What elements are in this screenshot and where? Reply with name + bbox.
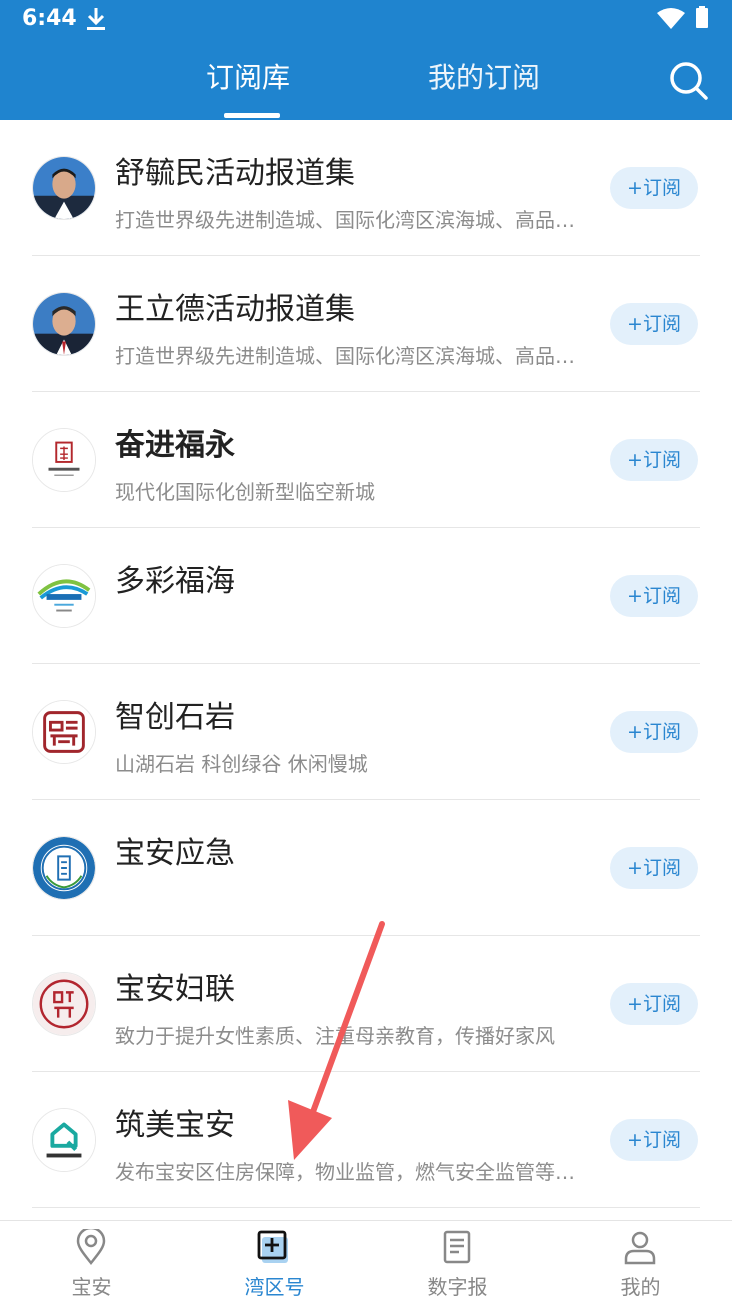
subscribe-button[interactable]: +订阅 (610, 711, 698, 753)
item-description: 打造世界级先进制造城、国际化湾区滨海城、高品质宜居宜业城 (115, 208, 585, 232)
subscription-list: 舒毓民活动报道集 打造世界级先进制造城、国际化湾区滨海城、高品质宜居宜业城 +订… (0, 120, 732, 1208)
emergency-logo-avatar (33, 837, 95, 899)
nav-baoan[interactable]: 宝安 (0, 1221, 183, 1304)
list-item[interactable]: 宝安妇联 致力于提升女性素质、注重母亲教育，传播好家风 +订阅 (0, 936, 732, 1072)
item-name: 智创石岩 (115, 700, 235, 735)
search-icon[interactable] (666, 58, 710, 102)
list-item[interactable]: 王立德活动报道集 打造世界级先进制造城、国际化湾区滨海城、高品质宜居宜业城 +订… (0, 256, 732, 392)
download-icon (87, 8, 105, 30)
item-name: 宝安应急 (115, 836, 235, 871)
avatar (32, 564, 96, 628)
avatar (32, 156, 96, 220)
list-item[interactable]: 筑美宝安 发布宝安区住房保障，物业监管，燃气安全监管等信息 +订阅 (0, 1072, 732, 1208)
fuhai-logo-avatar (33, 565, 95, 627)
nav-label: 湾区号 (244, 1275, 305, 1299)
subscribe-button[interactable]: +订阅 (610, 983, 698, 1025)
item-name: 多彩福海 (115, 564, 235, 599)
portrait-1-avatar (33, 157, 95, 219)
item-name: 王立德活动报道集 (115, 292, 355, 327)
avatar (32, 292, 96, 356)
portrait-2-avatar (33, 293, 95, 355)
avatar (32, 700, 96, 764)
avatar (32, 836, 96, 900)
list-item[interactable]: 奋进福永 现代化国际化创新型临空新城 +订阅 (0, 392, 732, 528)
nav-label: 我的 (620, 1275, 661, 1299)
tab-subscription-library[interactable]: 订阅库 (206, 58, 290, 102)
list-item[interactable]: 舒毓民活动报道集 打造世界级先进制造城、国际化湾区滨海城、高品质宜居宜业城 +订… (0, 120, 732, 256)
item-description: 打造世界级先进制造城、国际化湾区滨海城、高品质宜居宜业城 (115, 344, 585, 368)
status-time: 6:44 (22, 6, 77, 31)
item-name: 宝安妇联 (115, 972, 235, 1007)
nav-label: 数字报 (427, 1275, 488, 1299)
person-icon (624, 1231, 656, 1265)
nav-label: 宝安 (71, 1275, 112, 1299)
shiyan-logo-avatar (33, 701, 95, 763)
location-pin-icon (76, 1229, 106, 1265)
women-federation-logo-avatar (33, 973, 95, 1035)
active-tab-indicator (224, 113, 280, 118)
zhumei-logo-avatar (33, 1109, 95, 1171)
list-item[interactable]: 宝安应急 +订阅 (0, 800, 732, 936)
list-item[interactable]: 智创石岩 山湖石岩 科创绿谷 休闲慢城 +订阅 (0, 664, 732, 800)
tab-my-subscriptions[interactable]: 我的订阅 (428, 58, 540, 102)
fuyong-logo-avatar (33, 429, 95, 491)
item-description: 发布宝安区住房保障，物业监管，燃气安全监管等信息 (115, 1160, 585, 1184)
item-name: 奋进福永 (115, 428, 235, 463)
subscribe-button[interactable]: +订阅 (610, 575, 698, 617)
item-description: 现代化国际化创新型临空新城 (115, 480, 375, 504)
item-name: 筑美宝安 (115, 1108, 235, 1143)
bottom-navigation: 宝安 湾区号 数字报 我的 (0, 1220, 732, 1304)
wifi-icon (657, 8, 685, 29)
nav-digital-paper[interactable]: 数字报 (366, 1221, 549, 1304)
avatar (32, 428, 96, 492)
nav-me[interactable]: 我的 (549, 1221, 732, 1304)
subscribe-button[interactable]: +订阅 (610, 303, 698, 345)
subscribe-button[interactable]: +订阅 (610, 1119, 698, 1161)
newspaper-icon (443, 1230, 471, 1264)
subscribe-button[interactable]: +订阅 (610, 439, 698, 481)
subscribe-button[interactable]: +订阅 (610, 167, 698, 209)
battery-icon (696, 6, 708, 28)
item-description: 致力于提升女性素质、注重母亲教育，传播好家风 (115, 1024, 555, 1048)
avatar (32, 1108, 96, 1172)
item-description: 山湖石岩 科创绿谷 休闲慢城 (115, 752, 368, 776)
list-item[interactable]: 多彩福海 +订阅 (0, 528, 732, 664)
top-bar: 6:44 订阅库 我的订阅 (0, 0, 732, 120)
divider (32, 1207, 700, 1208)
item-name: 舒毓民活动报道集 (115, 156, 355, 191)
avatar (32, 972, 96, 1036)
subscribe-button[interactable]: +订阅 (610, 847, 698, 889)
plus-box-icon (257, 1230, 288, 1263)
status-bar: 6:44 (0, 0, 732, 40)
nav-wanquhao[interactable]: 湾区号 (183, 1221, 366, 1304)
